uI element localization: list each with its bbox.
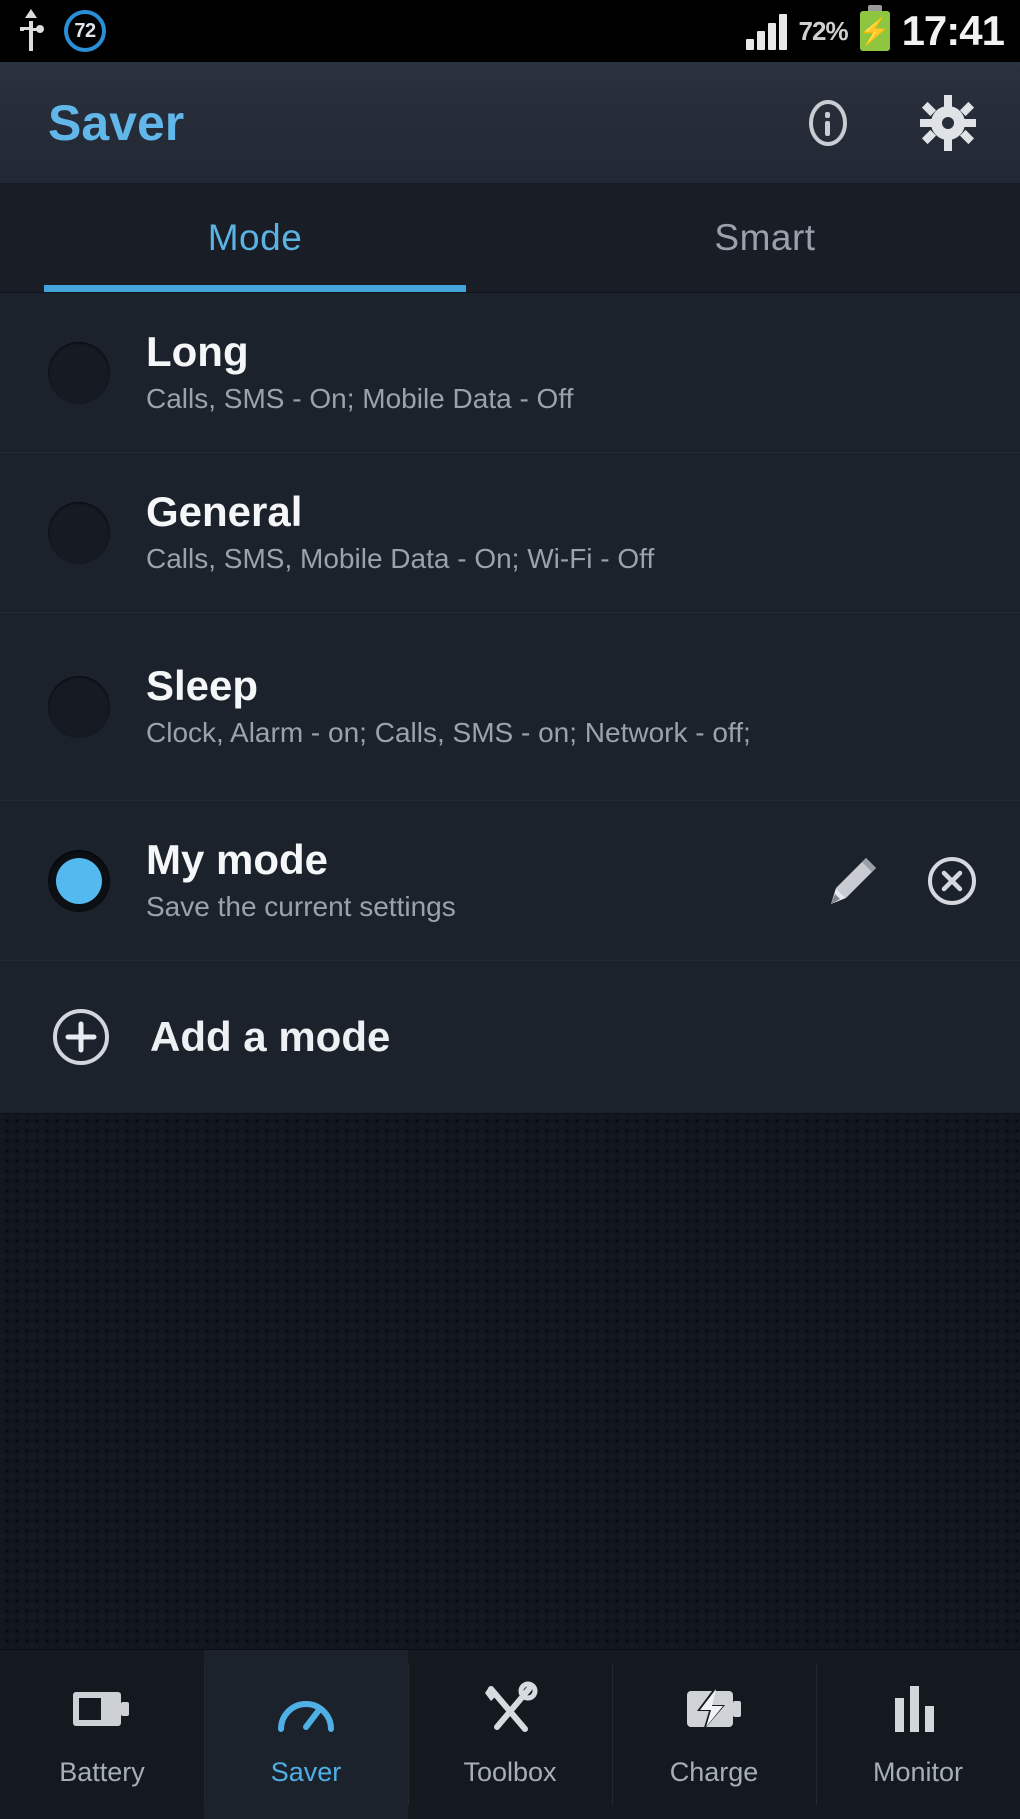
info-circle-icon[interactable]	[802, 97, 854, 149]
charge-bolt-icon	[685, 1681, 743, 1737]
battery-icon	[71, 1681, 133, 1737]
empty-content-area	[0, 1113, 1020, 1649]
nav-item-monitor[interactable]: Monitor	[816, 1650, 1020, 1819]
mode-row-my-mode[interactable]: My mode Save the current settings	[0, 801, 1020, 961]
mode-subtitle: Calls, SMS - On; Mobile Data - Off	[146, 382, 574, 414]
status-bar-right: 72% ⚡ 17:41	[745, 7, 1005, 54]
mode-title: Sleep	[146, 661, 259, 709]
mode-row-actions	[826, 853, 980, 909]
nav-label: Toolbox	[463, 1757, 557, 1787]
battery-percent-label: 72%	[798, 15, 849, 46]
signal-bars-icon	[745, 12, 787, 50]
mode-title: My mode	[146, 835, 329, 883]
action-bar-actions	[802, 94, 976, 151]
mode-texts: My mode Save the current settings	[146, 836, 826, 926]
pencil-icon[interactable]	[826, 854, 880, 908]
mode-title: Long	[146, 327, 249, 375]
usb-icon	[16, 9, 46, 53]
nav-label: Monitor	[872, 1757, 964, 1787]
nav-item-saver[interactable]: Saver	[204, 1650, 408, 1819]
mode-subtitle: Save the current settings	[146, 890, 456, 922]
mode-row-sleep[interactable]: Sleep Clock, Alarm - on; Calls, SMS - on…	[0, 613, 1020, 801]
mode-texts: General Calls, SMS, Mobile Data - On; Wi…	[146, 488, 980, 578]
nav-item-toolbox[interactable]: Toolbox	[408, 1650, 612, 1819]
sync-badge-value: 72	[74, 19, 96, 42]
tab-smart[interactable]: Smart	[510, 184, 1020, 292]
mode-title: General	[146, 487, 303, 535]
action-bar: Saver	[0, 62, 1020, 184]
status-bar: 72 72% ⚡ 17:41	[0, 0, 1020, 62]
close-circle-icon[interactable]	[924, 853, 980, 909]
nav-item-charge[interactable]: Charge	[612, 1650, 816, 1819]
tab-mode[interactable]: Mode	[0, 184, 510, 292]
phone-screen: 72 72% ⚡ 17:41 Saver Mode Smart Long Cal…	[0, 0, 1020, 1819]
mode-row-long[interactable]: Long Calls, SMS - On; Mobile Data - Off	[0, 293, 1020, 453]
add-mode-button[interactable]: Add a mode	[0, 961, 1020, 1113]
tab-mode-label: Mode	[207, 217, 303, 258]
plus-circle-icon	[48, 1004, 114, 1070]
nav-label: Charge	[669, 1757, 759, 1787]
sync-badge-icon: 72	[64, 10, 106, 52]
status-bar-clock: 17:41	[901, 7, 1005, 54]
tab-bar: Mode Smart	[0, 184, 1020, 293]
gauge-icon	[275, 1681, 337, 1737]
radio-general[interactable]	[48, 501, 110, 564]
radio-my-mode[interactable]	[48, 849, 110, 912]
nav-label: Saver	[270, 1757, 342, 1787]
add-mode-label: Add a mode	[150, 1013, 391, 1060]
gear-icon[interactable]	[920, 94, 976, 151]
mode-texts: Sleep Clock, Alarm - on; Calls, SMS - on…	[146, 662, 980, 752]
app-title: Saver	[48, 94, 185, 151]
mode-subtitle: Calls, SMS, Mobile Data - On; Wi-Fi - Of…	[146, 542, 655, 574]
status-bar-left: 72	[16, 9, 106, 53]
mode-subtitle: Clock, Alarm - on; Calls, SMS - on; Netw…	[146, 716, 751, 748]
radio-long[interactable]	[48, 341, 110, 404]
tools-icon	[481, 1681, 539, 1737]
bar-chart-icon	[891, 1681, 945, 1737]
radio-sleep[interactable]	[48, 675, 110, 738]
bottom-navigation-bar: Battery Saver Toolbox Charge Monitor	[0, 1649, 1020, 1819]
mode-row-general[interactable]: General Calls, SMS, Mobile Data - On; Wi…	[0, 453, 1020, 613]
battery-charging-icon: ⚡	[858, 11, 891, 51]
nav-label: Battery	[59, 1757, 145, 1787]
mode-list: Long Calls, SMS - On; Mobile Data - Off …	[0, 293, 1020, 1113]
nav-item-battery[interactable]: Battery	[0, 1650, 204, 1819]
tab-smart-label: Smart	[714, 217, 816, 258]
mode-texts: Long Calls, SMS - On; Mobile Data - Off	[146, 328, 980, 418]
